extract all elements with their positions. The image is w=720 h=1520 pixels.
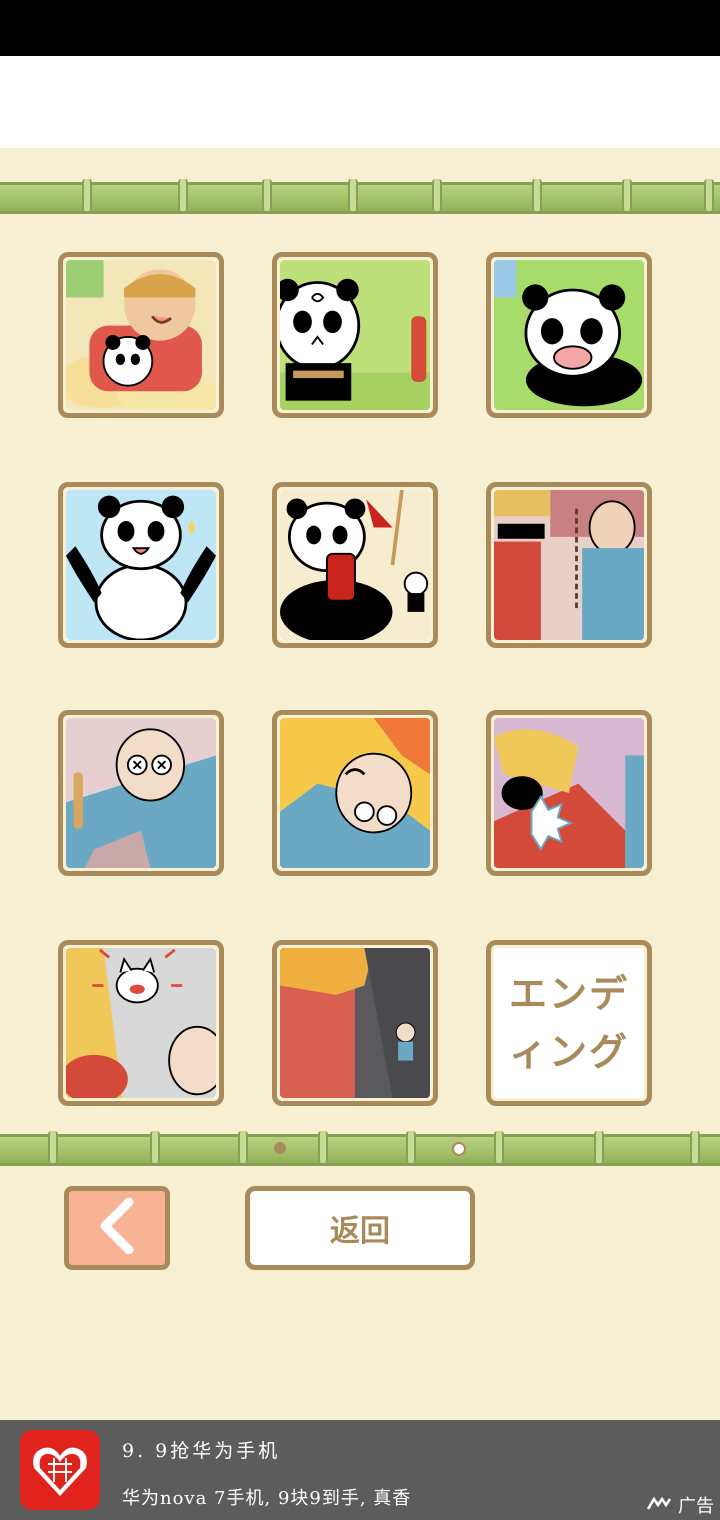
bamboo-divider-bottom [0, 1131, 720, 1166]
bamboo-node [238, 1131, 248, 1163]
tile-dark-room[interactable] [272, 940, 438, 1106]
ad-badge[interactable]: 广告 [646, 1492, 714, 1518]
top-bar [0, 56, 720, 148]
chevron-left-icon [95, 1197, 139, 1258]
bamboo-divider-top [0, 179, 720, 214]
return-button[interactable]: 返回 [245, 1186, 475, 1270]
thumbnail-image [66, 260, 216, 410]
tile-monkey-king-panda[interactable] [58, 252, 224, 418]
thumbnail-image [280, 490, 430, 640]
back-arrow-button[interactable] [64, 1186, 170, 1270]
tile-ending[interactable]: エンデ ィング [486, 940, 652, 1106]
bamboo-node [622, 179, 632, 211]
tile-punched-worker[interactable] [486, 710, 652, 876]
thumbnail-image [280, 948, 430, 1098]
tile-knocked-out-man[interactable] [58, 710, 224, 876]
tile-worker-and-sunglasses[interactable] [486, 482, 652, 648]
thumbnail-image [494, 490, 644, 640]
bamboo-node [318, 1131, 328, 1163]
thumbnail-image [494, 260, 644, 410]
tile-dizzy-panda[interactable] [272, 252, 438, 418]
gallery-grid: エンデ ィング [58, 252, 662, 1112]
bamboo-node [48, 1131, 58, 1163]
thumbnail-image [66, 718, 216, 868]
thumbnail-image [280, 718, 430, 868]
ad-badge-label: 广告 [678, 1496, 714, 1517]
status-bar [0, 0, 720, 56]
page-indicator-dot-active[interactable] [274, 1142, 286, 1154]
bamboo-node [262, 179, 272, 211]
bamboo-node [406, 1131, 416, 1163]
thumbnail-image [66, 948, 216, 1098]
tile-angry-cat[interactable] [58, 940, 224, 1106]
thumbnail-image [280, 260, 430, 410]
tile-crying-panda[interactable] [486, 252, 652, 418]
bamboo-node [150, 1131, 160, 1163]
tile-man-in-fire[interactable] [272, 710, 438, 876]
ad-banner[interactable]: 9. 9抢华为手机 华为nova 7手机, 9块9到手, 真香 广告 [0, 1420, 720, 1520]
page-indicator-dot[interactable] [452, 1142, 466, 1156]
ending-label: エンデ ィング [508, 972, 629, 1074]
tile-happy-panda[interactable] [58, 482, 224, 648]
bamboo-node [432, 179, 442, 211]
return-button-label: 返回 [330, 1214, 390, 1249]
ad-subtitle: 华为nova 7手机, 9块9到手, 真香 [122, 1488, 412, 1509]
bamboo-node [704, 179, 714, 211]
bamboo-node [494, 1131, 504, 1163]
thumbnail-image [66, 490, 216, 640]
bamboo-node [178, 179, 188, 211]
bamboo-node [690, 1131, 700, 1163]
ad-mark-icon [646, 1495, 674, 1516]
tile-panda-dynamite[interactable] [272, 482, 438, 648]
bamboo-node [348, 179, 358, 211]
bamboo-node [594, 1131, 604, 1163]
ad-title: 9. 9抢华为手机 [122, 1440, 281, 1462]
thumbnail-image [494, 718, 644, 868]
pinduoduo-logo-icon[interactable] [20, 1430, 100, 1510]
bamboo-node [82, 179, 92, 211]
bamboo-node [532, 179, 542, 211]
